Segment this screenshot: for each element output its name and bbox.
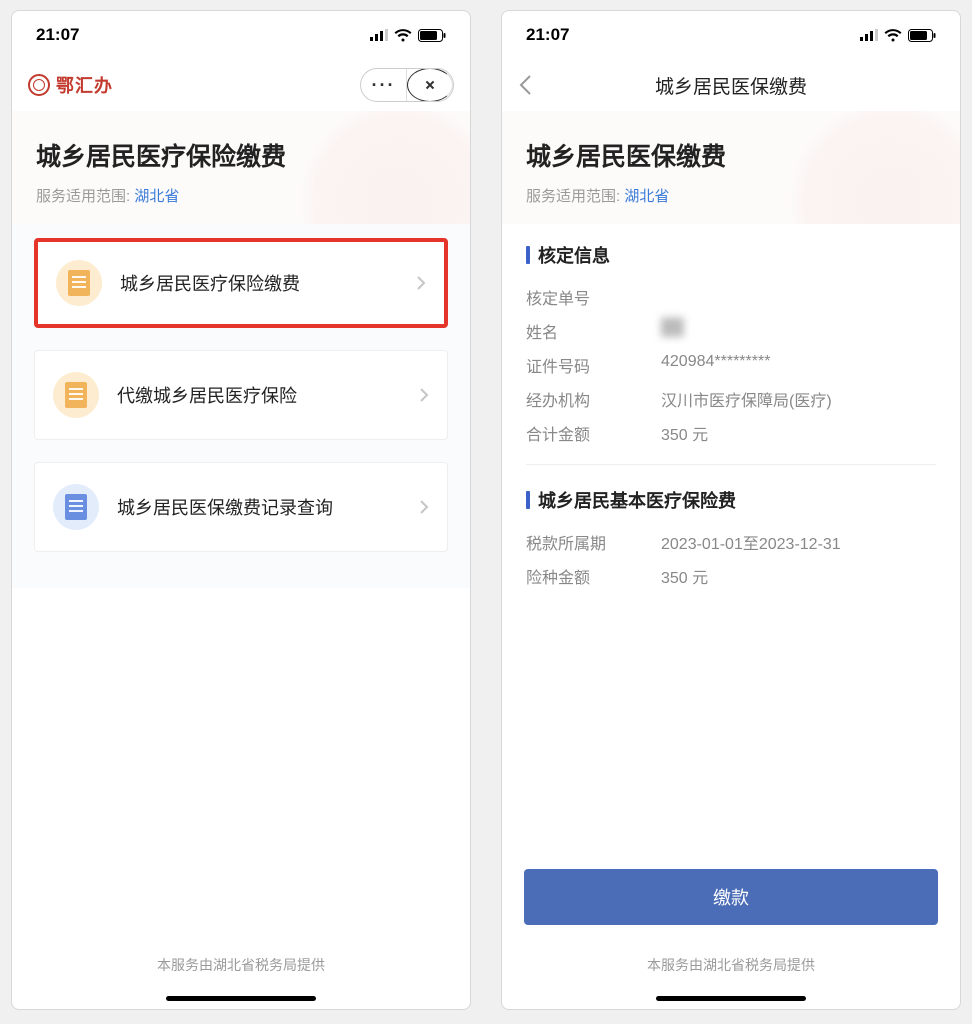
phone-right: 21:07 城乡居民医保缴费 城乡居民医保缴费 服务适用范围: 湖北省 核定信息…	[501, 10, 961, 1010]
scope-label: 服务适用范围:	[526, 188, 620, 205]
capsule-more-button[interactable]: ···	[361, 68, 407, 102]
app-logo-icon	[28, 74, 50, 96]
service-scope: 服务适用范围: 湖北省	[36, 185, 446, 206]
chevron-left-icon	[518, 74, 532, 96]
status-bar: 21:07	[12, 11, 470, 59]
battery-icon	[418, 29, 446, 42]
field-name: 姓名██	[526, 314, 936, 348]
menu-list: 城乡居民医疗保险缴费 代缴城乡居民医疗保险 城乡居民医保缴费记录查询	[12, 224, 470, 588]
menu-item-history[interactable]: 城乡居民医保缴费记录查询	[34, 462, 448, 552]
field-period: 税款所属期2023-01-01至2023-12-31	[526, 525, 936, 559]
section-title: 城乡居民基本医疗保险费	[526, 487, 936, 513]
home-indicator	[166, 996, 316, 1001]
wifi-icon	[394, 29, 412, 42]
chevron-right-icon	[416, 275, 426, 291]
signal-icon	[860, 29, 878, 41]
miniprogram-header: 鄂汇办 ···	[12, 59, 470, 111]
menu-item-proxy-pay[interactable]: 代缴城乡居民医疗保险	[34, 350, 448, 440]
chevron-right-icon	[419, 499, 429, 515]
signal-icon	[370, 29, 388, 41]
hero-area: 城乡居民医疗保险缴费 服务适用范围: 湖北省	[12, 111, 470, 224]
page-title: 城乡居民医疗保险缴费	[36, 137, 446, 173]
scope-label: 服务适用范围:	[36, 188, 130, 205]
pay-button[interactable]: 缴款	[524, 869, 938, 925]
status-time: 21:07	[36, 25, 79, 45]
scope-value[interactable]: 湖北省	[134, 188, 179, 205]
field-amount: 险种金额350 元	[526, 559, 936, 593]
field-total: 合计金额350 元	[526, 416, 936, 450]
section-assessment: 核定信息 核定单号 姓名██ 证件号码420984********* 经办机构汉…	[526, 224, 936, 450]
chevron-right-icon	[419, 387, 429, 403]
status-icons	[370, 29, 446, 42]
field-org: 经办机构汉川市医疗保障局(医疗)	[526, 382, 936, 416]
section-title: 核定信息	[526, 242, 936, 268]
field-id: 证件号码420984*********	[526, 348, 936, 382]
hero-area: 城乡居民医保缴费 服务适用范围: 湖北省	[502, 111, 960, 224]
app-brand-text: 鄂汇办	[56, 72, 113, 98]
status-icons	[860, 29, 936, 42]
divider	[526, 464, 936, 465]
back-button[interactable]	[518, 59, 532, 111]
nav-title: 城乡居民医保缴费	[655, 72, 807, 99]
close-icon	[407, 68, 453, 102]
document-icon	[53, 484, 99, 530]
miniprogram-capsule: ···	[360, 68, 454, 102]
menu-item-label: 城乡居民医保缴费记录查询	[117, 494, 401, 520]
section-fee: 城乡居民基本医疗保险费 税款所属期2023-01-01至2023-12-31 险…	[526, 469, 936, 593]
status-time: 21:07	[526, 25, 569, 45]
home-indicator	[656, 996, 806, 1001]
wifi-icon	[884, 29, 902, 42]
capsule-close-button[interactable]	[407, 68, 453, 102]
menu-item-pay[interactable]: 城乡居民医疗保险缴费	[34, 238, 448, 328]
nav-header: 城乡居民医保缴费	[502, 59, 960, 111]
service-scope: 服务适用范围: 湖北省	[526, 185, 936, 206]
menu-item-label: 代缴城乡居民医疗保险	[117, 382, 401, 408]
app-brand: 鄂汇办	[28, 72, 113, 98]
detail-content: 核定信息 核定单号 姓名██ 证件号码420984********* 经办机构汉…	[502, 224, 960, 593]
document-icon	[53, 372, 99, 418]
menu-item-label: 城乡居民医疗保险缴费	[120, 270, 398, 296]
page-title: 城乡居民医保缴费	[526, 137, 936, 173]
status-bar: 21:07	[502, 11, 960, 59]
scope-value[interactable]: 湖北省	[624, 188, 669, 205]
phone-left: 21:07 鄂汇办 ··· 城乡居民医疗保险缴费 服务适用范围: 湖北省 城乡居…	[11, 10, 471, 1010]
document-icon	[56, 260, 102, 306]
battery-icon	[908, 29, 936, 42]
field-order: 核定单号	[526, 280, 936, 314]
